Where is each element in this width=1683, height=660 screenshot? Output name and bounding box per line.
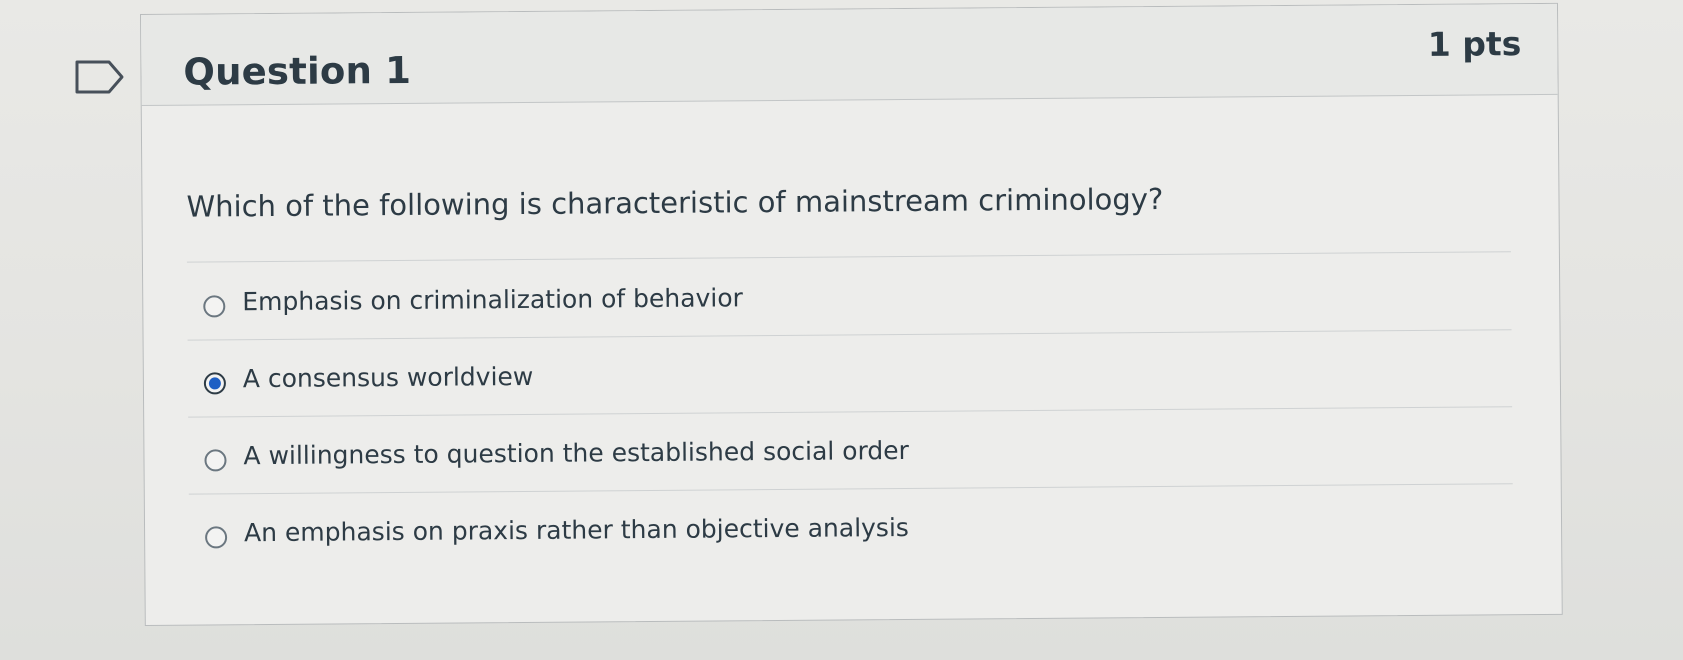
answer-list: Emphasis on criminalization of behavior … [186,253,1514,570]
question-header: Question 1 1 pts [141,3,1558,106]
answer-option[interactable]: Emphasis on criminalization of behavior [186,253,1512,341]
answer-label[interactable]: A consensus worldview [243,362,534,393]
question-title: Question 1 [183,48,412,94]
radio-button-unselected[interactable] [203,295,226,318]
radio-button-unselected[interactable] [205,526,228,549]
answer-label[interactable]: Emphasis on criminalization of behavior [242,283,743,316]
question-text: Which of the following is characteristic… [186,181,1164,224]
radio-button-unselected[interactable] [204,449,227,472]
answer-option[interactable]: A consensus worldview [187,330,1513,418]
flag-icon[interactable] [75,60,125,94]
answer-option[interactable]: A willingness to question the establishe… [188,407,1513,495]
answer-label[interactable]: An emphasis on praxis rather than object… [244,513,909,547]
question-points: 1 pts [1427,24,1522,64]
answer-label[interactable]: A willingness to question the establishe… [243,436,909,470]
radio-button-selected[interactable] [203,372,226,395]
question-card: Question 1 1 pts Which of the following … [140,2,1563,626]
answer-option[interactable]: An emphasis on praxis rather than object… [189,484,1514,570]
